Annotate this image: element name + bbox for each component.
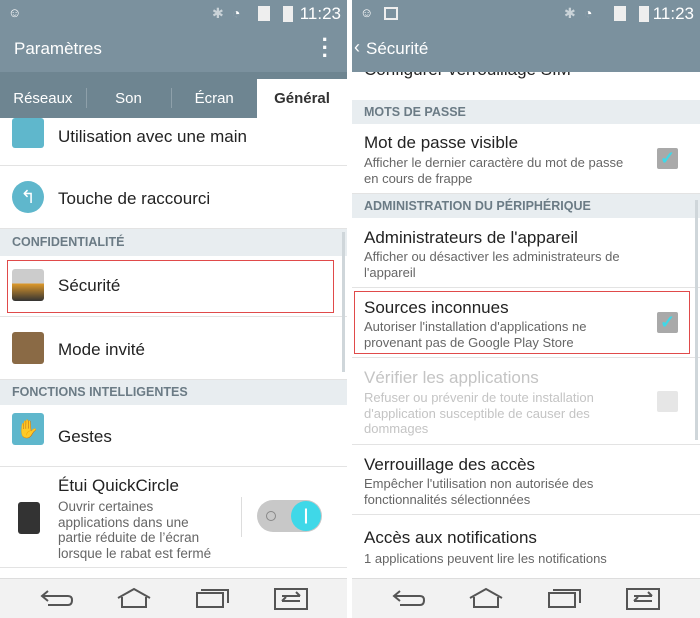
- recent-apps-icon[interactable]: [196, 587, 230, 609]
- scrollbar[interactable]: [695, 200, 698, 440]
- list-item-gestures[interactable]: ✋ Gestes: [0, 405, 347, 467]
- scrollbar[interactable]: [342, 232, 345, 372]
- list-item-guest-mode[interactable]: Mode invité: [0, 317, 347, 380]
- highlight-box: [354, 291, 690, 354]
- home-icon[interactable]: [116, 587, 152, 609]
- bluetooth-icon: ✱: [212, 5, 224, 21]
- status-bar: ☺ ✱ ◔ 11:23: [0, 0, 347, 28]
- hand-icon: ✋: [12, 413, 44, 445]
- app-bar: Paramètres · · ·: [0, 28, 347, 72]
- toggle-off-icon: [266, 511, 276, 521]
- list-item-one-hand[interactable]: Utilisation avec une main: [0, 118, 347, 166]
- tab-sound[interactable]: Son: [85, 72, 172, 118]
- item-label: Utilisation avec une main: [58, 127, 247, 146]
- item-description: Empêcher l'utilisation non autorisée des…: [364, 476, 594, 507]
- back-icon[interactable]: [392, 587, 426, 609]
- tab-general[interactable]: Général: [257, 79, 347, 118]
- quickcircle-icon: [18, 502, 40, 534]
- navigation-bar: [352, 578, 700, 618]
- bluetooth-icon: ✱: [564, 5, 576, 21]
- settings-screen: ☺ ✱ ◔ 11:23 Paramètres · · · Réseaux Son É…: [0, 0, 347, 618]
- section-device-admin: ADMINISTRATION DU PÉRIPHÉRIQUE: [352, 194, 700, 218]
- one-hand-icon: [12, 118, 44, 148]
- tab-display[interactable]: Écran: [171, 72, 257, 118]
- recent-apps-icon[interactable]: [548, 587, 582, 609]
- highlight-box: [7, 260, 334, 313]
- item-label: Verrouillage des accès: [364, 455, 536, 474]
- shortcut-icon: ↰: [12, 181, 44, 213]
- item-description: Afficher le dernier caractère du mot de …: [364, 155, 624, 186]
- guest-mode-icon: [12, 332, 44, 364]
- notification-icon: ☺: [8, 5, 22, 20]
- clock: 11:23: [299, 4, 341, 23]
- section-passwords: MOTS DE PASSE: [352, 100, 700, 124]
- image-icon: [384, 7, 398, 20]
- quickcircle-toggle[interactable]: |: [257, 500, 322, 532]
- page-title[interactable]: Sécurité: [366, 39, 428, 59]
- navigation-bar: [0, 578, 347, 618]
- back-icon[interactable]: [40, 587, 74, 609]
- item-label: Étui QuickCircle: [58, 476, 179, 495]
- more-options-icon[interactable]: · · ·: [322, 29, 329, 67]
- item-label: Mot de passe visible: [364, 133, 519, 152]
- item-label: Mode invité: [58, 340, 145, 359]
- list-item-quickcircle[interactable]: Étui QuickCircle Ouvrir certaines applic…: [0, 467, 347, 568]
- item-description: Refuser ou prévenir de toute installatio…: [364, 390, 594, 436]
- home-icon[interactable]: [468, 587, 504, 609]
- divider: [241, 497, 242, 537]
- item-description: 1 applications peuvent lire les notifica…: [364, 551, 607, 566]
- tab-networks[interactable]: Réseaux: [0, 72, 86, 118]
- app-bar: ‹ Sécurité: [352, 28, 700, 72]
- battery-icon: [283, 6, 293, 22]
- wifi-icon: ◔: [584, 5, 593, 21]
- list-item-password-visible[interactable]: Mot de passe visible Afficher le dernier…: [352, 124, 700, 194]
- sim-error-icon: [258, 6, 270, 21]
- item-label: Gestes: [58, 427, 112, 446]
- back-chevron-icon[interactable]: ‹: [354, 37, 360, 58]
- toggle-knob: |: [291, 501, 321, 531]
- tab-bar: Réseaux Son Écran Général: [0, 72, 347, 118]
- list-item-access-lock[interactable]: Verrouillage des accès Empêcher l'utilis…: [352, 445, 700, 515]
- status-bar: ☺ ✱ ◔ 11:23: [352, 0, 700, 28]
- wifi-icon: ◔: [232, 5, 241, 21]
- item-label: Vérifier les applications: [364, 368, 539, 387]
- list-item-verify-apps[interactable]: Vérifier les applications Refuser ou pré…: [352, 358, 700, 445]
- security-screen: ☺ ✱ ◔ 11:23 ‹ Sécurité Configurer verrou…: [352, 0, 700, 618]
- section-privacy: CONFIDENTIALITÉ: [0, 229, 347, 256]
- list-item-device-admins[interactable]: Administrateurs de l'appareil Afficher o…: [352, 218, 700, 288]
- list-item-shortcut[interactable]: ↰ Touche de raccourci: [0, 166, 347, 229]
- battery-icon: [639, 6, 649, 22]
- item-label: Administrateurs de l'appareil: [364, 228, 578, 247]
- page-title: Paramètres: [14, 39, 102, 58]
- item-description: Afficher ou désactiver les administrateu…: [364, 249, 620, 280]
- dual-window-icon[interactable]: [274, 587, 308, 611]
- section-smart: FONCTIONS INTELLIGENTES: [0, 380, 347, 405]
- clock: 11:23: [652, 4, 694, 23]
- list-item-notification-access[interactable]: Accès aux notifications 1 applications p…: [352, 515, 700, 575]
- verify-apps-checkbox[interactable]: [657, 391, 678, 412]
- item-label: Accès aux notifications: [364, 528, 537, 547]
- item-label: Touche de raccourci: [58, 189, 211, 208]
- item-description: Ouvrir certaines applications dans une p…: [58, 499, 212, 561]
- sim-error-icon: [614, 6, 626, 21]
- notification-icon: ☺: [360, 5, 374, 20]
- dual-window-icon[interactable]: [626, 587, 660, 611]
- password-visible-checkbox[interactable]: ✓: [657, 148, 678, 169]
